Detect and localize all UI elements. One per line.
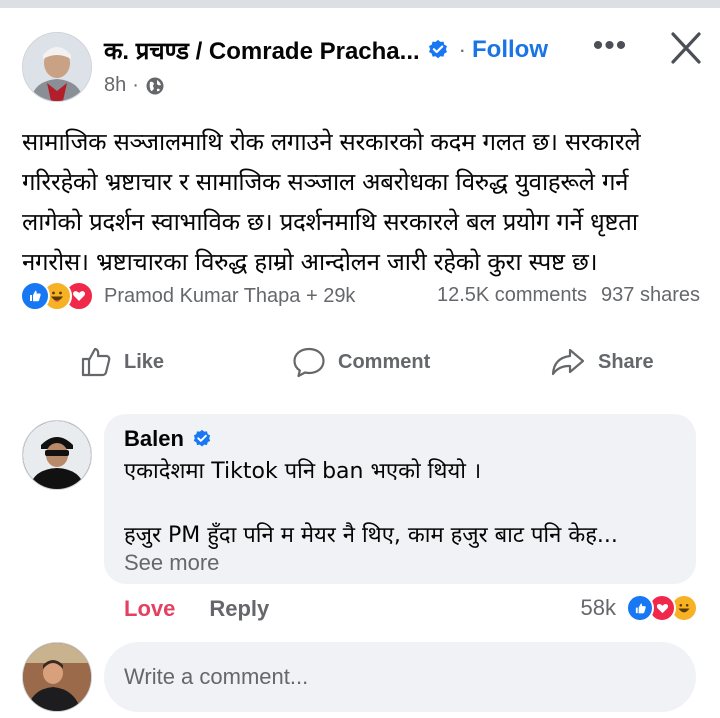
reactors-text[interactable]: Pramod Kumar Thapa + 29k	[104, 285, 355, 308]
post-text-line: गरिरहेको भ्रष्टाचार र सामाजिक सञ्जाल अबर…	[22, 168, 629, 196]
author-photo-icon	[23, 33, 91, 101]
verified-badge-icon	[193, 429, 211, 447]
comment-love-button[interactable]: Love	[124, 596, 175, 622]
write-comment-input[interactable]	[104, 642, 696, 712]
like-label: Like	[124, 350, 165, 373]
like-reaction-icon	[626, 594, 654, 622]
post-text-line: लागेको प्रदर्शन स्वाभाविक छ। प्रदर्शनमाथ…	[22, 208, 638, 236]
comment-label: Comment	[338, 350, 431, 373]
commenter-avatar[interactable]	[22, 420, 92, 490]
like-reaction-icon	[20, 281, 50, 311]
current-user-avatar[interactable]	[22, 642, 92, 712]
more-options-button[interactable]: •••	[588, 31, 632, 61]
comment-reply-button[interactable]: Reply	[209, 596, 269, 622]
comment-bubble-icon	[293, 347, 325, 378]
post-text-line: सामाजिक सञ्जालमाथि रोक लगाउने सरकारको कद…	[22, 128, 641, 156]
share-button[interactable]: Share	[550, 340, 654, 384]
post-header: क. प्रचण्ड / Comrade Pracha... · Follow	[104, 34, 548, 66]
comment-text-line: एकादेशमा Tiktok पनि ban भएको थियो ।	[124, 459, 482, 484]
thumbs-up-icon	[81, 347, 111, 377]
post-text: सामाजिक सञ्जालमाथि रोक लगाउने सरकारको कद…	[22, 122, 702, 282]
top-divider	[0, 0, 720, 8]
reaction-icons[interactable]	[20, 281, 94, 311]
separator-dot: ·	[458, 37, 466, 62]
reactions-summary: Pramod Kumar Thapa + 29k 12.5K comments …	[20, 280, 700, 312]
user-photo-icon	[23, 643, 91, 711]
share-label: Share	[598, 350, 654, 373]
meta-separator: ·	[132, 74, 139, 96]
comment-bubble[interactable]: Balen एकादेशमा Tiktok पनि ban भएको थियो …	[104, 414, 696, 584]
see-more-link[interactable]: See more	[124, 548, 219, 578]
comment-actions: Love Reply	[124, 596, 269, 622]
verified-badge-icon	[428, 39, 447, 59]
globe-icon	[146, 77, 164, 94]
shares-count[interactable]: 937 shares	[601, 284, 700, 307]
post-timestamp[interactable]: 8h	[104, 74, 126, 97]
comment-reaction-icons	[622, 594, 698, 622]
post-meta: 8h ·	[104, 74, 165, 97]
engagement-counts: 12.5K comments 937 shares	[437, 284, 700, 307]
comment-reaction-count: 58k	[580, 595, 616, 620]
share-arrow-icon	[551, 348, 585, 376]
comments-count[interactable]: 12.5K comments	[437, 284, 587, 307]
post-action-bar: Like Comment Share	[0, 340, 720, 384]
close-icon	[671, 32, 701, 64]
comment-button[interactable]: Comment	[292, 340, 430, 384]
commenter-photo-icon	[23, 421, 91, 489]
comment-author-line: Balen	[124, 426, 212, 452]
comment-reactions[interactable]: 58k	[581, 594, 698, 622]
author-name[interactable]: क. प्रचण्ड / Comrade Pracha...	[104, 34, 420, 67]
author-avatar[interactable]	[22, 32, 92, 102]
post-text-line: नगरोस। भ्रष्टाचारका विरुद्ध हाम्रो आन्दो…	[22, 248, 598, 276]
comment-author-name[interactable]: Balen	[124, 426, 184, 452]
like-button[interactable]: Like	[80, 340, 164, 384]
follow-button[interactable]: Follow	[472, 36, 548, 64]
close-button[interactable]	[664, 28, 708, 68]
